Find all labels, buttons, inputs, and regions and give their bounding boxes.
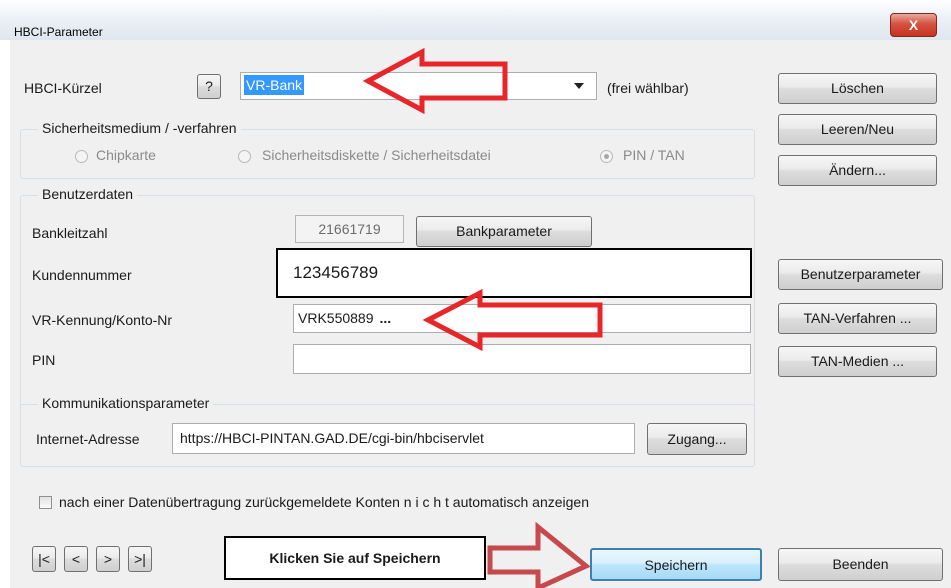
arrow-kuerzel-icon [362,47,508,115]
arrow-kennung-icon [422,288,603,352]
annotation-arrows [362,47,603,588]
arrow-speichern-icon [487,521,591,588]
